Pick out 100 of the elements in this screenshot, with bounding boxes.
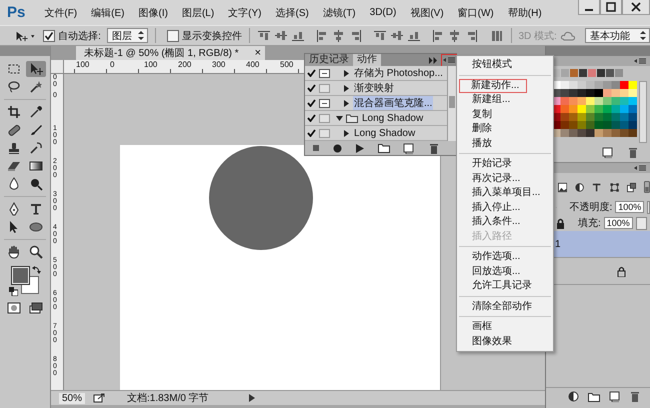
image-icon[interactable] <box>558 182 568 192</box>
toggle-checkbox[interactable] <box>305 114 317 122</box>
dropdown-button[interactable] <box>647 200 650 214</box>
move-icon[interactable] <box>29 62 43 76</box>
align-icon[interactable] <box>314 28 329 42</box>
hand-icon[interactable] <box>7 245 21 259</box>
menu-item[interactable]: 插入菜单项目... <box>459 186 553 200</box>
disclosure-triangle-icon[interactable] <box>343 130 350 136</box>
eraser-icon[interactable] <box>7 159 21 173</box>
distribute-icon[interactable] <box>465 28 480 42</box>
menu-item[interactable]: 允许工具记录 <box>459 279 553 294</box>
menu-item[interactable]: 复制 <box>459 108 553 122</box>
target-dropdown[interactable]: 图层 <box>106 28 148 43</box>
distribute-icon[interactable] <box>390 28 404 42</box>
checkbox[interactable] <box>166 30 179 42</box>
action-row[interactable]: Long Shadow <box>305 111 447 126</box>
menu-item[interactable]: 开始记录 <box>459 157 553 172</box>
default-colors-icon[interactable] <box>9 287 18 296</box>
maximize-icon[interactable] <box>600 0 622 15</box>
menu-item[interactable]: 文字(Y) <box>219 6 267 20</box>
half-circle-icon[interactable] <box>575 182 584 192</box>
dialog-toggle[interactable] <box>319 84 330 92</box>
smart-object-icon[interactable] <box>626 182 636 192</box>
stamp-icon[interactable] <box>7 141 21 155</box>
export-icon[interactable] <box>93 393 105 403</box>
scrollbar[interactable] <box>447 66 456 141</box>
checkbox[interactable] <box>43 30 56 42</box>
transform-icon[interactable] <box>610 182 619 192</box>
menu-item[interactable]: 插入停止... <box>459 200 553 215</box>
marquee-icon[interactable] <box>7 62 21 76</box>
fill-field[interactable]: 100% <box>604 217 633 229</box>
brush-icon[interactable] <box>29 123 43 137</box>
menu-item[interactable]: 按钮模式 <box>459 58 553 72</box>
workspace-dropdown[interactable]: 基本功能 <box>584 28 650 43</box>
minimize-icon[interactable] <box>578 0 600 15</box>
toggle-checkbox[interactable] <box>305 84 317 92</box>
align-icon[interactable] <box>274 28 288 42</box>
ellipse-icon[interactable] <box>29 220 43 234</box>
eyedropper-icon[interactable] <box>29 105 43 119</box>
menu-item[interactable]: 新建动作... <box>459 78 527 93</box>
menu-item[interactable]: 文件(F) <box>35 6 82 20</box>
action-row[interactable]: 存储为 Photoshop... <box>305 66 447 81</box>
stop-icon[interactable] <box>312 144 320 152</box>
play-icon[interactable] <box>248 394 255 402</box>
menu-item[interactable]: 画框 <box>459 320 553 334</box>
menu-item[interactable]: 插入条件... <box>459 215 553 230</box>
action-row[interactable]: 混合器画笔克隆... <box>305 96 447 111</box>
action-row[interactable]: 渐变映射 <box>305 81 447 96</box>
dropdown-button[interactable] <box>636 216 647 230</box>
new-action-icon[interactable] <box>403 142 416 154</box>
spinner-icon[interactable] <box>138 31 144 40</box>
trash-icon[interactable] <box>429 142 440 154</box>
menu-item[interactable]: 窗口(W) <box>448 6 499 20</box>
screen-mode-icon[interactable] <box>29 302 43 314</box>
trash-icon[interactable] <box>630 391 640 402</box>
align-icon[interactable] <box>256 28 271 42</box>
drop-icon[interactable] <box>7 177 21 191</box>
panel-menu-icon[interactable] <box>634 57 646 65</box>
type-icon[interactable] <box>29 202 43 216</box>
disclosure-triangle-icon[interactable] <box>343 70 350 76</box>
toggle-checkbox[interactable] <box>305 129 317 137</box>
menu-item[interactable]: 回放选项... <box>459 264 553 279</box>
toggle-checkbox[interactable] <box>305 99 317 107</box>
panel-tab[interactable]: 动作 <box>353 54 381 66</box>
history-brush-icon[interactable] <box>29 141 43 155</box>
gradient-icon[interactable] <box>29 159 43 173</box>
lasso-icon[interactable] <box>7 80 21 94</box>
record-icon[interactable] <box>333 144 342 152</box>
document-tab[interactable]: 未标题-1 @ 50% (椭圆 1, RGB/8) * × <box>76 46 266 60</box>
lock-icon[interactable] <box>556 218 565 228</box>
menu-item[interactable]: 图像(I) <box>129 6 173 20</box>
opacity-field[interactable]: 100% <box>615 201 644 213</box>
magic-wand-icon[interactable] <box>29 80 43 94</box>
menu-item[interactable]: 新建组... <box>459 93 553 108</box>
disclosure-triangle-icon[interactable] <box>343 100 350 106</box>
dialog-toggle[interactable] <box>319 68 330 78</box>
color-swatches-icon[interactable] <box>10 265 40 295</box>
menu-item[interactable]: 图像效果 <box>459 334 553 349</box>
play-icon[interactable] <box>356 144 364 152</box>
menu-item[interactable]: 删除 <box>459 122 553 136</box>
adjustment-icon[interactable] <box>568 391 579 402</box>
menu-item[interactable]: 编辑(E) <box>82 6 130 20</box>
swap-arrows-icon[interactable] <box>32 265 41 274</box>
menu-item[interactable]: 选择(S) <box>266 6 314 20</box>
folder-icon[interactable] <box>378 143 390 153</box>
scrollbar[interactable] <box>639 81 647 143</box>
menu-item[interactable]: 帮助(H) <box>498 6 547 20</box>
distribute-icon[interactable] <box>373 28 388 42</box>
menu-item[interactable]: 视图(V) <box>401 6 449 20</box>
collapse-icon[interactable] <box>429 56 438 64</box>
tab-close-button[interactable]: × <box>254 47 262 59</box>
new-item-icon[interactable] <box>602 147 614 158</box>
toggle-icon[interactable] <box>644 180 650 194</box>
distribute-icon[interactable] <box>490 28 504 42</box>
dialog-toggle[interactable] <box>319 114 330 122</box>
pen-icon[interactable] <box>7 202 21 216</box>
panel-menu-icon[interactable] <box>634 164 646 172</box>
quick-mask-icon[interactable] <box>7 302 21 314</box>
new-layer-icon[interactable] <box>609 391 621 402</box>
trash-icon[interactable] <box>628 147 638 158</box>
